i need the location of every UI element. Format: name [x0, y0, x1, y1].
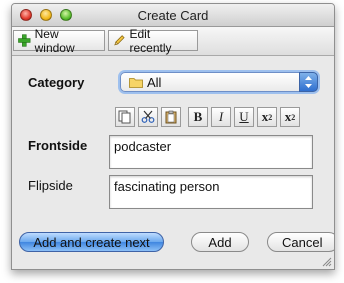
category-label: Category — [28, 75, 85, 90]
scissors-icon — [141, 110, 155, 123]
category-select[interactable]: All — [120, 72, 318, 92]
flipside-label: Flipside — [28, 178, 73, 193]
new-window-label: New window — [34, 26, 75, 55]
edit-recently-label: Edit recently — [129, 26, 172, 55]
cancel-button[interactable]: Cancel — [267, 232, 334, 252]
folder-icon — [129, 78, 143, 88]
bold-button[interactable]: B — [188, 107, 208, 127]
subscript-button[interactable]: x2 — [280, 107, 300, 127]
add-and-create-next-button[interactable]: Add and create next — [19, 232, 164, 252]
subscript-mark: 2 — [291, 112, 296, 122]
italic-button[interactable]: I — [211, 107, 231, 127]
select-arrows-icon — [299, 72, 318, 92]
create-card-window: Create Card New window Edit recently Cat… — [11, 3, 335, 270]
superscript-mark: 2 — [268, 112, 273, 122]
window-title: Create Card — [137, 8, 209, 23]
edit-recently-button[interactable]: Edit recently — [108, 27, 198, 55]
resize-grip-icon[interactable] — [321, 256, 332, 267]
title-bar: Create Card — [12, 4, 334, 27]
underline-button[interactable]: U — [234, 107, 254, 127]
cut-button[interactable] — [138, 107, 158, 127]
paste-button[interactable] — [161, 107, 181, 127]
pencil-icon — [114, 35, 125, 46]
copy-icon — [118, 110, 131, 124]
toolbar: New window Edit recently — [12, 27, 334, 56]
superscript-button[interactable]: x2 — [257, 107, 277, 127]
plus-icon — [18, 34, 31, 47]
clipboard-icon — [165, 110, 177, 124]
flipside-field[interactable]: fascinating person — [109, 175, 313, 209]
copy-button[interactable] — [115, 107, 135, 127]
add-button[interactable]: Add — [191, 232, 249, 252]
frontside-label: Frontside — [28, 138, 88, 153]
category-value: All — [147, 75, 162, 90]
new-window-button[interactable]: New window — [13, 27, 105, 55]
frontside-field[interactable]: podcaster — [109, 135, 313, 169]
